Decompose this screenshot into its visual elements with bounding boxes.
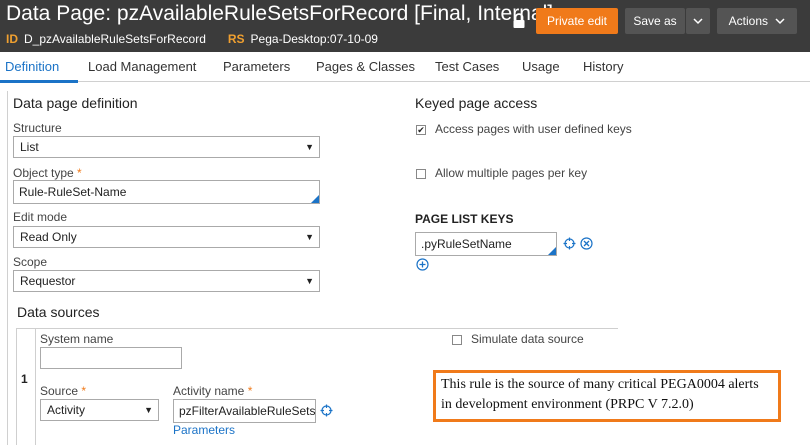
annotation-callout: This rule is the source of many critical… bbox=[433, 370, 781, 422]
rule-identity: ID D_pzAvailableRuleSetsForRecord RS Pega-D… bbox=[6, 32, 378, 46]
add-row-icon[interactable] bbox=[416, 258, 429, 271]
id-value: D_pzAvailableRuleSetsForRecord bbox=[24, 32, 206, 46]
edit-mode-value: Read Only bbox=[20, 230, 77, 244]
data-sources-heading: Data sources bbox=[17, 304, 100, 320]
source-select[interactable]: Activity ▼ bbox=[40, 399, 159, 421]
source-label: Source * bbox=[40, 384, 87, 398]
tab-history[interactable]: History bbox=[583, 59, 623, 74]
structure-select[interactable]: List ▼ bbox=[13, 136, 320, 158]
page-list-key-input[interactable]: .pyRuleSetName bbox=[415, 232, 557, 256]
autocomplete-corner-icon bbox=[548, 247, 556, 255]
system-name-label: System name bbox=[40, 332, 114, 346]
object-type-input[interactable]: Rule-RuleSet-Name bbox=[13, 180, 320, 204]
parameters-link[interactable]: Parameters bbox=[173, 423, 235, 437]
chevron-down-icon bbox=[775, 18, 785, 25]
scope-value: Requestor bbox=[20, 274, 76, 288]
remove-row-icon[interactable] bbox=[580, 237, 593, 250]
tab-pages-classes[interactable]: Pages & Classes bbox=[316, 59, 415, 74]
allow-multiple-label: Allow multiple pages per key bbox=[435, 166, 588, 180]
tab-definition[interactable]: Definition bbox=[5, 59, 59, 74]
system-name-input[interactable] bbox=[40, 347, 182, 369]
access-keys-label: Access pages with user defined keys bbox=[435, 122, 632, 136]
tab-load-management[interactable]: Load Management bbox=[88, 59, 196, 74]
crosshair-target-icon[interactable] bbox=[563, 237, 576, 250]
row-number-column bbox=[16, 328, 36, 445]
source-value: Activity bbox=[47, 403, 86, 417]
object-type-value: Rule-RuleSet-Name bbox=[19, 185, 127, 199]
edit-mode-label: Edit mode bbox=[13, 210, 68, 224]
structure-value: List bbox=[20, 140, 39, 154]
lock-icon bbox=[513, 13, 525, 28]
scope-select[interactable]: Requestor ▼ bbox=[13, 270, 320, 292]
simulate-label: Simulate data source bbox=[471, 332, 584, 346]
activity-name-value: pzFilterAvailableRuleSets bbox=[179, 404, 316, 418]
allow-multiple-checkbox[interactable] bbox=[416, 169, 426, 179]
rule-header: Data Page: pzAvailableRuleSetsForRecord … bbox=[0, 0, 810, 52]
required-marker: * bbox=[81, 384, 87, 398]
private-edit-button[interactable]: Private edit bbox=[536, 8, 618, 34]
page-list-keys-heading: PAGE LIST KEYS bbox=[415, 212, 514, 226]
active-tab-indicator bbox=[0, 80, 78, 83]
tab-usage[interactable]: Usage bbox=[522, 59, 560, 74]
id-tag: ID bbox=[6, 32, 18, 46]
scope-label: Scope bbox=[13, 255, 48, 269]
chevron-down-icon bbox=[693, 18, 703, 25]
autocomplete-corner-icon bbox=[311, 195, 319, 203]
simulate-checkbox[interactable] bbox=[452, 335, 462, 345]
crosshair-target-icon[interactable] bbox=[320, 404, 333, 417]
ruleset-value: Pega-Desktop:07-10-09 bbox=[250, 32, 378, 46]
dropdown-arrow-icon: ▼ bbox=[144, 405, 153, 415]
definition-heading: Data page definition bbox=[13, 95, 138, 111]
tab-parameters[interactable]: Parameters bbox=[223, 59, 290, 74]
rs-tag: RS bbox=[227, 32, 245, 46]
activity-name-label: Activity name * bbox=[173, 384, 253, 398]
page-list-key-value: .pyRuleSetName bbox=[421, 237, 512, 251]
save-as-menu-button[interactable] bbox=[686, 8, 710, 34]
structure-label: Structure bbox=[13, 121, 62, 135]
dropdown-arrow-icon: ▼ bbox=[305, 276, 314, 286]
save-as-button[interactable]: Save as bbox=[625, 8, 685, 34]
row-number: 1 bbox=[21, 372, 28, 386]
access-keys-checkbox[interactable]: ✔ bbox=[416, 125, 426, 135]
dropdown-arrow-icon: ▼ bbox=[305, 142, 314, 152]
panel-divider bbox=[7, 91, 8, 445]
object-type-label: Object type * bbox=[13, 166, 82, 180]
activity-name-input[interactable]: pzFilterAvailableRuleSets bbox=[173, 399, 316, 423]
dropdown-arrow-icon: ▼ bbox=[305, 232, 314, 242]
actions-label: Actions bbox=[728, 14, 768, 28]
required-marker: * bbox=[247, 384, 253, 398]
keyed-heading: Keyed page access bbox=[415, 95, 538, 111]
edit-mode-select[interactable]: Read Only ▼ bbox=[13, 226, 320, 248]
page-title: Data Page: pzAvailableRuleSetsForRecord … bbox=[6, 2, 554, 25]
rule-tabs: Definition Load Management Parameters Pa… bbox=[0, 52, 810, 82]
tab-test-cases[interactable]: Test Cases bbox=[435, 59, 499, 74]
required-marker: * bbox=[77, 166, 82, 180]
actions-button[interactable]: Actions bbox=[717, 8, 797, 34]
